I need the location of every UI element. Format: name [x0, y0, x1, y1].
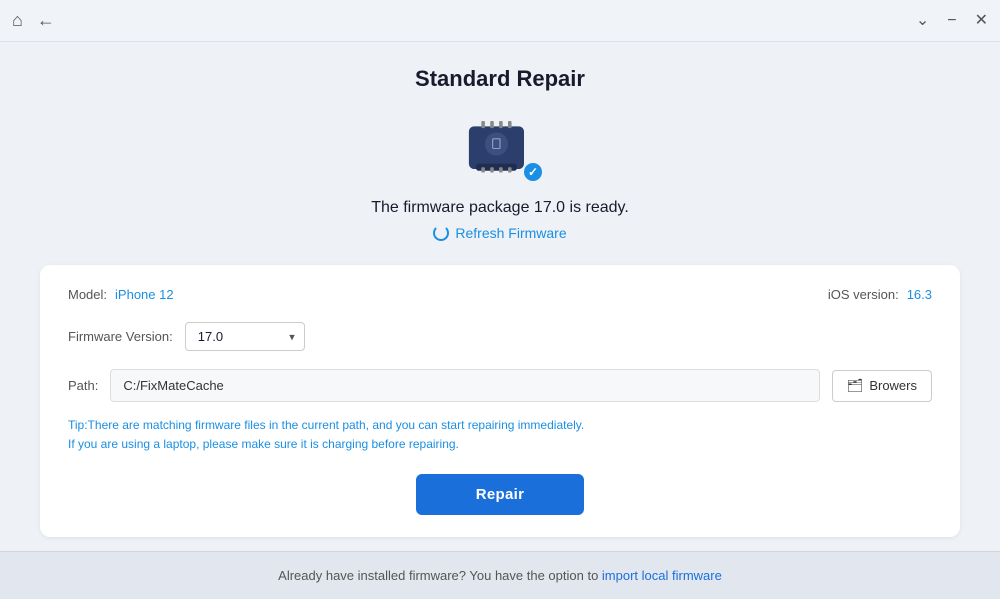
- info-card: Model: iPhone 12 iOS version: 16.3 Firmw…: [40, 265, 960, 537]
- minimize-icon[interactable]: −: [947, 13, 956, 29]
- ios-version-value: 16.3: [907, 287, 932, 302]
- path-input[interactable]: [110, 369, 819, 402]
- refresh-icon: [433, 225, 449, 241]
- titlebar: ⌂ ← ⌄ − ✕: [0, 0, 1000, 42]
- firmware-version-select[interactable]: 17.0 16.3 16.2: [185, 322, 305, 351]
- model-ios-row: Model: iPhone 12 iOS version: 16.3: [68, 287, 932, 302]
- model-left: Model: iPhone 12: [68, 287, 174, 302]
- tip-line2: If you are using a laptop, please make s…: [68, 435, 932, 454]
- path-label: Path:: [68, 378, 98, 393]
- model-label: Model:: [68, 287, 107, 302]
- titlebar-left: ⌂ ←: [12, 10, 55, 31]
- refresh-link-container: Refresh Firmware: [433, 225, 566, 241]
- ios-right: iOS version: 16.3: [828, 287, 932, 302]
- refresh-firmware-link[interactable]: Refresh Firmware: [455, 225, 566, 241]
- main-content: Standard Repair  The firmware package 1…: [0, 42, 1000, 551]
- check-badge: [522, 161, 544, 183]
- titlebar-right: ⌄ − ✕: [916, 13, 988, 29]
- firmware-version-label: Firmware Version:: [68, 329, 173, 344]
- browse-button[interactable]: 🗂 Browers: [832, 370, 932, 402]
- tip-line1: Tip:There are matching firmware files in…: [68, 416, 932, 435]
- svg-text:: : [491, 137, 502, 153]
- browse-label: Browers: [869, 378, 917, 393]
- firmware-ready-text: The firmware package 17.0 is ready.: [371, 199, 629, 217]
- ios-version-label: iOS version:: [828, 287, 899, 302]
- firmware-version-row: Firmware Version: 17.0 16.3 16.2 ▾: [68, 322, 932, 351]
- repair-btn-container: Repair: [68, 474, 932, 515]
- footer: Already have installed firmware? You hav…: [0, 551, 1000, 599]
- tip-text: Tip:There are matching firmware files in…: [68, 416, 932, 454]
- browse-folder-icon: 🗂: [847, 378, 864, 394]
- chevron-icon[interactable]: ⌄: [916, 13, 929, 29]
- close-icon[interactable]: ✕: [975, 13, 988, 29]
- model-value: iPhone 12: [115, 287, 174, 302]
- import-local-firmware-link[interactable]: import local firmware: [602, 568, 722, 583]
- home-icon[interactable]: ⌂: [12, 10, 23, 31]
- version-select-wrapper: 17.0 16.3 16.2 ▾: [185, 322, 305, 351]
- path-row: Path: 🗂 Browers: [68, 369, 932, 402]
- repair-button[interactable]: Repair: [416, 474, 585, 515]
- device-icon-area: : [460, 110, 540, 185]
- footer-text: Already have installed firmware? You hav…: [278, 568, 602, 583]
- page-title: Standard Repair: [415, 66, 585, 92]
- back-icon[interactable]: ←: [37, 10, 55, 31]
